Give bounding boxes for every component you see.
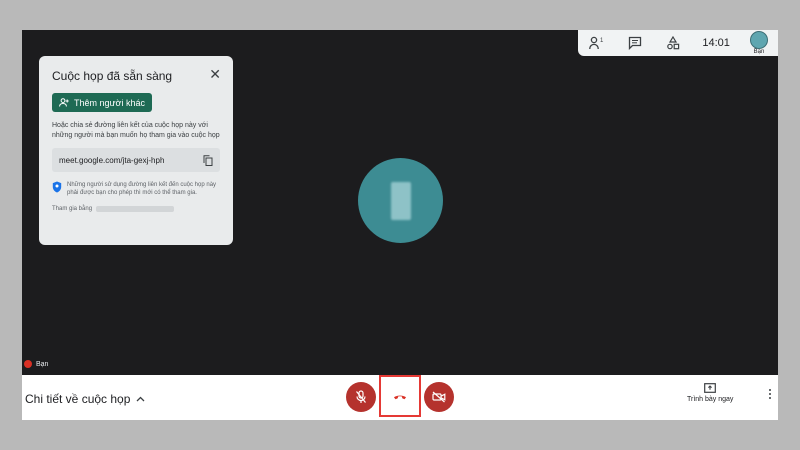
shield-icon	[52, 181, 62, 193]
self-tile-label: Bạn	[24, 360, 48, 368]
participant-avatar	[358, 158, 443, 243]
share-instructions: Hoặc chia sẻ đường liên kết của cuộc họp…	[52, 122, 220, 139]
permission-note-text: Những người sử dụng đường liên kết đến c…	[67, 182, 217, 196]
svg-text:1: 1	[600, 38, 604, 44]
self-profile-label: Bạn	[753, 49, 765, 55]
meeting-link[interactable]: meet.google.com/jta-gexj-hph	[59, 156, 164, 165]
self-name: Bạn	[36, 360, 49, 368]
video-stage: 1 14:01 Bạn Cuộc họp đã sẵn sàng ✕ Thêm …	[22, 30, 778, 375]
chat-icon[interactable]	[626, 34, 644, 52]
meet-window: 1 14:01 Bạn Cuộc họp đã sẵn sàng ✕ Thêm …	[22, 30, 778, 420]
bottom-controls: Chi tiết về cuộc họp Trình bày ngay	[22, 375, 778, 420]
people-icon[interactable]: 1	[588, 34, 606, 52]
add-person-icon	[59, 98, 69, 107]
hangup-icon	[394, 395, 406, 399]
meeting-details-label: Chi tiết về cuộc họp	[25, 392, 131, 406]
meeting-ready-panel: Cuộc họp đã sẵn sàng ✕ Thêm người khác H…	[39, 56, 233, 245]
join-by-row: Tham gia bằng	[52, 206, 220, 212]
activities-icon[interactable]	[664, 34, 682, 52]
camera-toggle-button[interactable]	[424, 382, 454, 412]
meeting-details-toggle[interactable]: Chi tiết về cuộc họp	[25, 392, 145, 406]
add-people-button[interactable]: Thêm người khác	[52, 93, 152, 112]
mic-toggle-button[interactable]	[346, 382, 376, 412]
camera-off-icon	[432, 391, 446, 403]
permission-note: Những người sử dụng đường liên kết đến c…	[52, 181, 220, 197]
avatar-redacted	[390, 181, 411, 220]
copy-icon[interactable]	[203, 154, 213, 166]
hangup-highlight	[379, 375, 421, 417]
present-icon	[704, 383, 717, 393]
clock-time: 14:01	[702, 37, 730, 49]
add-people-label: Thêm người khác	[74, 97, 145, 108]
present-now-button[interactable]: Trình bày ngay	[687, 383, 733, 403]
top-toolbar: 1 14:01 Bạn	[578, 30, 778, 56]
meeting-link-box[interactable]: meet.google.com/jta-gexj-hph	[52, 148, 220, 172]
panel-title: Cuộc họp đã sẵn sàng	[52, 69, 173, 83]
avatar	[749, 31, 768, 49]
self-profile[interactable]: Bạn	[749, 31, 768, 55]
mic-off-icon	[24, 360, 32, 368]
hangup-button[interactable]	[385, 381, 415, 411]
chevron-up-icon	[136, 396, 145, 402]
more-options-icon[interactable]	[768, 389, 772, 399]
present-now-label: Trình bày ngay	[687, 396, 734, 403]
join-by-redacted	[96, 206, 175, 212]
join-by-label: Tham gia bằng	[52, 206, 93, 212]
mic-off-icon	[356, 390, 366, 403]
close-icon[interactable]: ✕	[209, 67, 221, 81]
